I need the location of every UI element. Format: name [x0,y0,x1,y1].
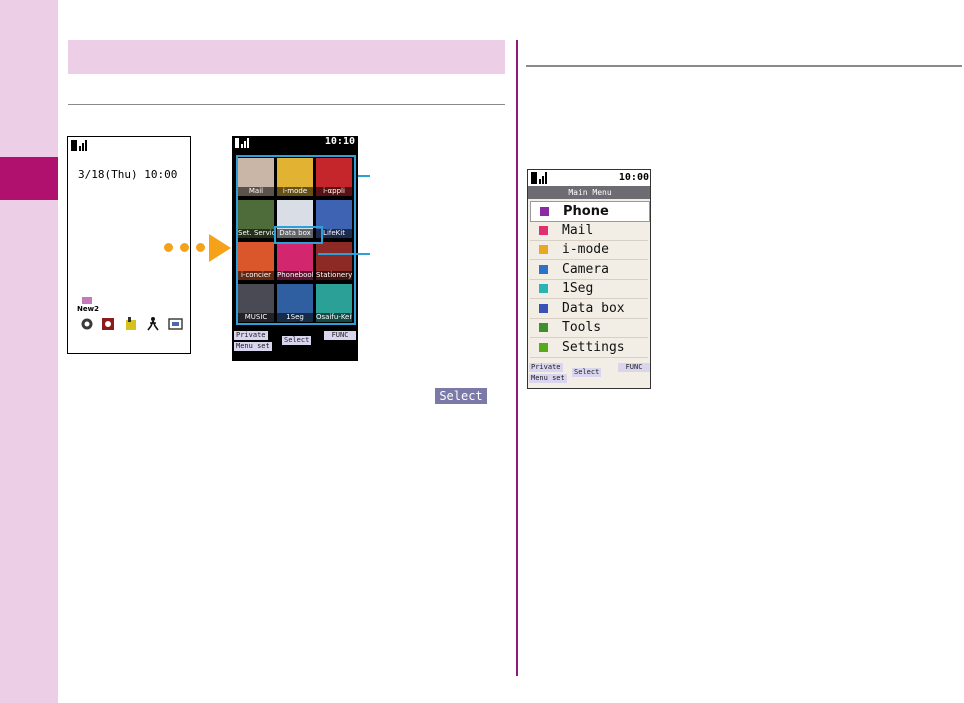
heading-rule [68,104,505,105]
main-menu-item-label: Tools [562,320,602,335]
app-icon [102,318,114,330]
menu-tile[interactable]: i-αppli [316,158,352,196]
arrow-right-icon [209,234,231,262]
menu-tile-label: i-mode [277,187,313,196]
main-menu-title: Main Menu [528,186,650,199]
menu-tile-label: i-concier [238,271,274,280]
clock-icon [81,318,93,330]
main-menu-item[interactable]: Data box [530,299,648,319]
main-menu-screen: 10:00 Main Menu Phone Mail i-mode Camera 1Se… [527,169,651,389]
tools-icon [539,323,548,332]
camera-icon [539,264,548,274]
main-menu-item-label: Mail [562,222,594,238]
menu-tile[interactable]: Set. Service [238,200,274,238]
walker-icon [147,317,159,331]
menu-tile-label: Stationery [316,271,352,280]
tv-icon [168,318,183,330]
menu-tile[interactable]: Mail [238,158,274,196]
main-menu-item-label: i-mode [562,242,609,257]
select-key-badge: Select [435,388,487,404]
databox-icon [539,303,548,313]
battery-icon [235,138,239,148]
softkey-select[interactable]: Select [282,336,312,345]
right-heading-rule [526,65,962,67]
sidebar-section-tab[interactable] [0,157,58,200]
softkey-func[interactable]: FUNC [324,331,356,340]
menu-tile-label: i-αppli [316,187,352,196]
softkey-private[interactable]: Private [529,363,563,372]
menu-softkeys: Private Menu set Select FUNC [232,331,358,361]
main-menu-item[interactable]: Camera [530,260,648,280]
main-menu-item[interactable]: Settings [530,338,648,358]
main-menu-item[interactable]: i-mode [530,240,648,260]
signal-icon [531,172,547,184]
mail-icon [82,297,92,304]
menu-tile-label: MUSIC [238,313,274,322]
main-menu-item-label: Data box [562,300,625,316]
standby-date-time: 3/18(Thu) 10:00 [78,168,178,181]
main-menu-item[interactable]: Phone [530,201,650,222]
arrow-dot [164,243,173,252]
softkey-select[interactable]: Select [572,368,602,377]
softkey-func[interactable]: FUNC [618,363,650,372]
main-menu-item-label: Settings [562,339,625,355]
menu-tile[interactable]: 1Seg [277,284,313,322]
menu-tile-label: Set. Service [238,229,274,238]
menu-tile[interactable]: i-mode [277,158,313,196]
arrow-dot [180,243,189,252]
sidebar [0,0,58,703]
section-heading-bar [68,40,505,74]
menu-tile[interactable]: i-concier [238,242,274,280]
main-menu-softkeys: Private Menu set Select FUNC [528,363,650,388]
status-bar: 10:00 [528,170,650,186]
main-menu-item[interactable]: 1Seg [530,279,648,299]
menu-tile-label: Osaifu-Keitai [316,313,352,322]
column-divider [516,40,518,676]
menu-tile-label: 1Seg [277,313,313,322]
menu-tile[interactable]: Stationery [316,242,352,280]
main-menu-item-label: Phone [563,204,609,219]
menu-tile[interactable]: Osaifu-Keitai [316,284,352,322]
callout-line [358,175,370,177]
softkey-private[interactable]: Private [234,331,268,340]
new-mail-badge: New2 [77,305,99,313]
menu-tile[interactable]: MUSIC [238,284,274,322]
phone-icon [540,207,549,216]
main-menu-item[interactable]: Mail [530,221,648,241]
standby-icon-row [81,317,183,331]
signal-icon [71,140,87,151]
data-box-highlight [274,226,323,244]
bag-icon [126,317,136,330]
menu-tile-label: Mail [238,187,274,196]
softkey-menu-set[interactable]: Menu set [234,342,272,351]
menu-screen: 10:10 Maili-modei-αppliSet. ServiceData … [232,136,358,361]
main-menu-item[interactable]: Tools [530,318,648,338]
arrow-dot [196,243,205,252]
menu-tile[interactable]: Phonebook [277,242,313,280]
menu-time: 10:10 [324,136,355,147]
tv-icon [539,284,548,293]
main-menu-item-label: 1Seg [562,281,594,296]
mail-icon [539,225,548,235]
main-menu-time: 10:00 [618,172,649,183]
imode-icon [539,245,548,254]
main-menu-item-label: Camera [562,261,609,277]
wrench-icon [539,342,548,352]
menu-tile-label: Phonebook [277,271,313,280]
softkey-menu-set[interactable]: Menu set [529,374,567,383]
callout-line [318,253,370,255]
